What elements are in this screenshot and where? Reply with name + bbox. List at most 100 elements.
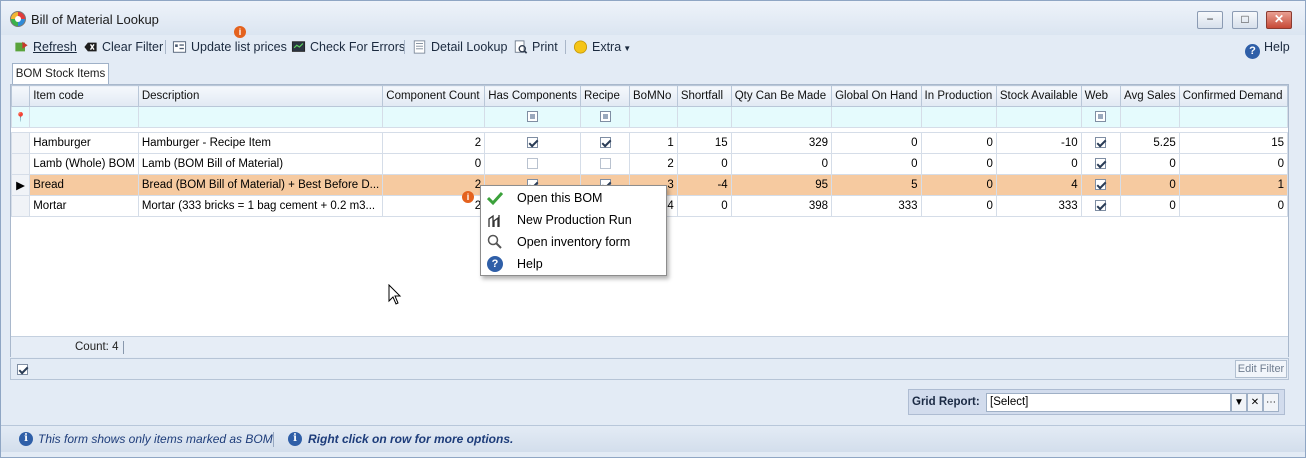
clear-filter-button[interactable]: Clear Filter (83, 38, 163, 56)
filter-cell[interactable] (382, 106, 486, 128)
table-row[interactable]: Lamb (Whole) BOM Lamb (BOM Bill of Materi… (10, 153, 1289, 175)
cell-global-on-hand[interactable]: 333 (831, 195, 922, 217)
print-button[interactable]: Print (513, 38, 558, 56)
recipe-checkbox[interactable] (599, 137, 611, 149)
menu-item-new-production-run[interactable]: New Production Run (482, 209, 665, 231)
menu-item-help[interactable]: ? Help (482, 253, 665, 275)
column-header[interactable]: Description (137, 85, 384, 107)
has-components-checkbox[interactable] (527, 158, 539, 170)
cell-in-production[interactable]: 0 (920, 132, 997, 154)
cell-component-count[interactable]: 0 (382, 153, 486, 175)
column-header[interactable]: Recipe (580, 85, 631, 107)
column-header[interactable]: Shortfall (676, 85, 732, 107)
detail-lookup-button[interactable]: Detail Lookup (412, 38, 507, 56)
filter-cell[interactable] (1178, 106, 1289, 128)
cell-confirmed-demand[interactable]: 0 (1178, 195, 1289, 217)
web-checkbox[interactable] (1095, 179, 1107, 191)
ellipsis-icon[interactable]: ⋯ (1263, 393, 1279, 412)
cell-item-code[interactable]: Bread (29, 174, 139, 196)
refresh-button[interactable]: Refresh (14, 38, 77, 56)
cell-in-production[interactable]: 0 (920, 174, 997, 196)
close-button[interactable]: ✕ (1266, 11, 1292, 29)
filter-enabled-checkbox[interactable] (17, 364, 28, 375)
filter-cell[interactable] (1120, 106, 1180, 128)
cell-web[interactable] (1080, 132, 1122, 154)
column-header[interactable]: Stock Available (995, 85, 1082, 107)
cell-qty-can-be-made[interactable]: 329 (730, 132, 833, 154)
filter-cell[interactable] (920, 106, 997, 128)
minimize-button[interactable]: − (1197, 11, 1223, 29)
cell-description[interactable]: Hamburger - Recipe Item (137, 132, 384, 154)
cell-in-production[interactable]: 0 (920, 153, 997, 175)
row-indicator[interactable] (10, 132, 31, 154)
maximize-button[interactable]: □ (1232, 11, 1258, 29)
filter-checkbox[interactable] (527, 111, 539, 123)
cell-in-production[interactable]: 0 (920, 195, 997, 217)
column-header[interactable]: Global On Hand (831, 85, 922, 107)
cell-web[interactable] (1080, 153, 1122, 175)
filter-cell[interactable] (29, 106, 139, 128)
cell-avg-sales[interactable]: 0 (1120, 174, 1180, 196)
grid-report-select[interactable]: [Select] (986, 393, 1231, 412)
filter-cell[interactable] (676, 106, 732, 128)
cell-avg-sales[interactable]: 0 (1120, 153, 1180, 175)
web-checkbox[interactable] (1095, 158, 1107, 170)
extra-dropdown[interactable]: Extra ▼ (573, 38, 631, 56)
cell-qty-can-be-made[interactable]: 0 (730, 153, 833, 175)
filter-cell[interactable] (580, 106, 631, 128)
clear-icon[interactable]: ✕ (1247, 393, 1263, 412)
cell-avg-sales[interactable]: 0 (1120, 195, 1180, 217)
row-indicator[interactable]: ▶ (10, 174, 31, 196)
cell-global-on-hand[interactable]: 5 (831, 174, 922, 196)
edit-filter-button[interactable]: Edit Filter (1235, 360, 1287, 378)
cell-bomno[interactable]: 2 (629, 153, 678, 175)
cell-description[interactable]: Lamb (BOM Bill of Material) (137, 153, 384, 175)
update-list-prices-button[interactable]: Update list prices (172, 38, 287, 56)
filter-cell[interactable] (629, 106, 678, 128)
has-components-checkbox[interactable] (527, 137, 539, 149)
web-checkbox[interactable] (1095, 137, 1107, 149)
cell-global-on-hand[interactable]: 0 (831, 132, 922, 154)
web-checkbox[interactable] (1095, 200, 1107, 212)
cell-item-code[interactable]: Lamb (Whole) BOM (29, 153, 139, 175)
recipe-checkbox[interactable] (599, 158, 611, 170)
tab-bom-stock-items[interactable]: BOM Stock Items (12, 63, 109, 86)
filter-cell[interactable] (730, 106, 833, 128)
cell-has-components[interactable] (484, 153, 582, 175)
cell-qty-can-be-made[interactable]: 95 (730, 174, 833, 196)
cell-description[interactable]: Bread (BOM Bill of Material) + Best Befo… (137, 174, 384, 196)
cell-bomno[interactable]: 1 (629, 132, 678, 154)
cell-description[interactable]: Mortar (333 bricks = 1 bag cement + 0.2 … (137, 195, 384, 217)
column-header[interactable]: Avg Sales (1120, 85, 1180, 107)
filter-cell[interactable] (831, 106, 922, 128)
column-header[interactable]: Qty Can Be Made (730, 85, 833, 107)
filter-checkbox[interactable] (1095, 111, 1107, 123)
row-indicator[interactable] (10, 153, 31, 175)
table-row[interactable]: Hamburger Hamburger - Recipe Item 2 1 15 329 0… (10, 132, 1289, 154)
cell-shortfall[interactable]: 15 (676, 132, 732, 154)
cell-web[interactable] (1080, 195, 1122, 217)
column-header[interactable]: Component Count (382, 85, 486, 107)
cell-item-code[interactable]: Hamburger (29, 132, 139, 154)
cell-global-on-hand[interactable]: 0 (831, 153, 922, 175)
column-header[interactable]: BoMNo (629, 85, 678, 107)
cell-component-count[interactable]: 2 (382, 132, 486, 154)
column-header[interactable]: Has Components (484, 85, 582, 107)
column-header[interactable]: Confirmed Demand (1178, 85, 1289, 107)
chevron-down-icon[interactable]: ▼ (1231, 393, 1247, 412)
cell-shortfall[interactable]: 0 (676, 195, 732, 217)
cell-recipe[interactable] (580, 132, 631, 154)
cell-confirmed-demand[interactable]: 15 (1178, 132, 1289, 154)
filter-cell[interactable] (1080, 106, 1122, 128)
column-header[interactable]: Web (1080, 85, 1122, 107)
check-for-errors-button[interactable]: Check For Errors (291, 38, 405, 56)
cell-qty-can-be-made[interactable]: 398 (730, 195, 833, 217)
column-header[interactable]: Item code (29, 85, 139, 107)
filter-cell[interactable] (995, 106, 1082, 128)
cell-stock-available[interactable]: 4 (995, 174, 1082, 196)
help-button[interactable]: ? Help (1245, 38, 1290, 59)
filter-cell[interactable] (484, 106, 582, 128)
cell-confirmed-demand[interactable]: 1 (1178, 174, 1289, 196)
cell-stock-available[interactable]: 333 (995, 195, 1082, 217)
cell-item-code[interactable]: Mortar (29, 195, 139, 217)
